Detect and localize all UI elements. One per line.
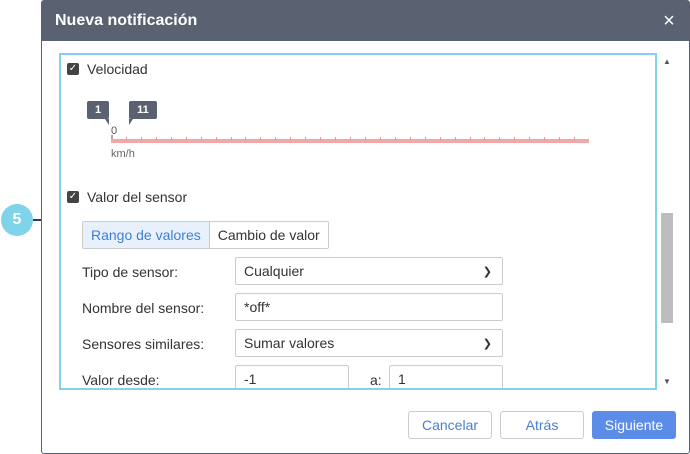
- value-from-label: Valor desde:: [82, 372, 160, 388]
- next-button[interactable]: Siguiente: [592, 411, 676, 439]
- slider-tick: [410, 137, 411, 141]
- slider-tick: [201, 137, 202, 141]
- slider-tick: [559, 137, 560, 141]
- slider-tick: [440, 137, 441, 141]
- slider-tick: [305, 137, 306, 141]
- slider-tick: [260, 137, 261, 141]
- slider-tick: [350, 137, 351, 141]
- slider-unit-label: km/h: [111, 148, 135, 160]
- value-from-value: -1: [244, 371, 257, 387]
- similar-sensors-label: Sensores similares:: [82, 336, 205, 352]
- slider-tick: [156, 137, 157, 141]
- slider-tick: [216, 137, 217, 141]
- checkbox-check-icon[interactable]: ✓: [67, 63, 79, 75]
- value-from-input[interactable]: -1: [235, 365, 349, 388]
- scroll-up-icon[interactable]: ▲: [663, 57, 671, 66]
- close-icon[interactable]: ×: [649, 1, 689, 41]
- sensor-tabs: Rango de valores Cambio de valor: [82, 221, 329, 249]
- slider-tick: [455, 137, 456, 141]
- chevron-down-icon: ❯: [482, 338, 492, 350]
- tab-range[interactable]: Rango de valores: [83, 222, 210, 248]
- slider-tick: [365, 137, 366, 141]
- slider-tick: [574, 137, 575, 141]
- slider-tick: [290, 137, 291, 141]
- slider-tick: [470, 137, 471, 141]
- sensor-type-value: Cualquier: [244, 263, 304, 279]
- slider-min-flag-tail: [105, 119, 109, 125]
- sensor-name-input[interactable]: *off*: [235, 293, 503, 321]
- value-to-input[interactable]: 1: [389, 365, 503, 388]
- cancel-button[interactable]: Cancelar: [408, 411, 492, 439]
- slider-tick: [425, 137, 426, 141]
- slider-tick: [529, 137, 530, 141]
- slider-min-flag: 1: [87, 101, 109, 119]
- notification-dialog: Nueva notificación × ✓ Velocidad 1 11 0 …: [41, 0, 690, 454]
- sensor-label: Valor del sensor: [87, 189, 188, 205]
- slider-tick: [141, 137, 142, 141]
- scroll-down-icon[interactable]: ▼: [663, 377, 671, 386]
- dialog-header: Nueva notificación ×: [42, 1, 689, 41]
- back-button[interactable]: Atrás: [500, 411, 584, 439]
- scroll-thumb[interactable]: [661, 213, 673, 323]
- slider-tick: [544, 137, 545, 141]
- chevron-down-icon: ❯: [482, 266, 492, 278]
- speed-checkbox-row[interactable]: ✓ Velocidad: [67, 61, 148, 77]
- slider-tick: [275, 137, 276, 141]
- slider-tick: [484, 137, 485, 141]
- similar-sensors-value: Sumar valores: [244, 335, 335, 351]
- speed-label: Velocidad: [87, 61, 148, 77]
- slider-tick: [499, 137, 500, 141]
- checkbox-check-icon[interactable]: ✓: [67, 191, 79, 203]
- highlighted-content-area: ✓ Velocidad 1 11 0 km/h ✓ Valor del sens…: [59, 53, 657, 390]
- slider-max-flag: 11: [129, 101, 157, 119]
- tab-change[interactable]: Cambio de valor: [210, 222, 328, 248]
- speed-slider-track[interactable]: [111, 137, 589, 143]
- callout-badge: 5: [1, 204, 33, 236]
- slider-max-flag-tail: [129, 119, 133, 125]
- dialog-title: Nueva notificación: [55, 12, 198, 29]
- sensor-checkbox-row[interactable]: ✓ Valor del sensor: [67, 189, 187, 205]
- slider-tick: [320, 137, 321, 141]
- sensor-name-label: Nombre del sensor:: [82, 300, 205, 316]
- slider-tick: [335, 137, 336, 141]
- slider-tick: [514, 137, 515, 141]
- slider-tick: [171, 137, 172, 141]
- slider-tick: [395, 137, 396, 141]
- similar-sensors-select[interactable]: Sumar valores ❯: [235, 329, 503, 357]
- sensor-type-select[interactable]: Cualquier ❯: [235, 257, 503, 285]
- sensor-name-value: *off*: [244, 299, 271, 315]
- slider-tick: [245, 137, 246, 141]
- value-to-value: 1: [398, 371, 406, 387]
- content-scrollbar[interactable]: ▲ ▼: [659, 53, 675, 389]
- value-to-label: a:: [370, 372, 382, 388]
- sensor-type-label: Tipo de sensor:: [82, 264, 178, 280]
- slider-tick: [126, 137, 127, 141]
- slider-tick: [186, 137, 187, 141]
- slider-tick: [231, 137, 232, 141]
- slider-tick: [380, 137, 381, 141]
